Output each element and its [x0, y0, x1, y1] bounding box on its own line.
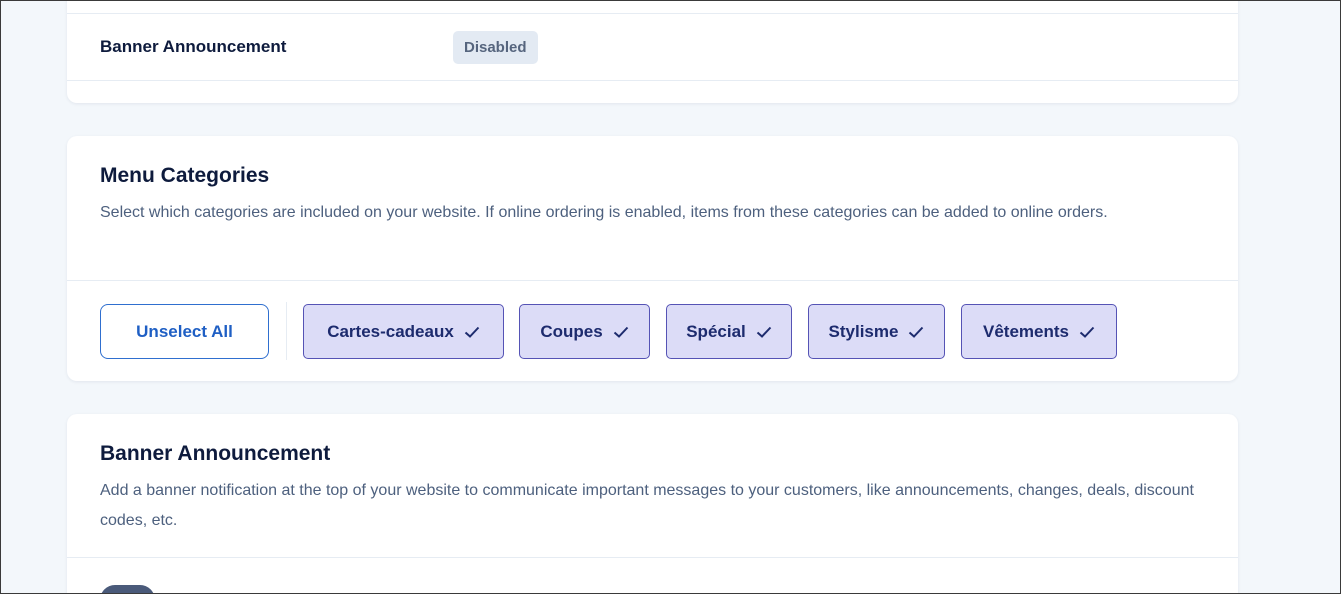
check-icon	[1079, 326, 1095, 338]
banner-toggle-switch[interactable]	[100, 585, 155, 593]
check-icon	[756, 326, 771, 338]
features-card: Banner Announcement Disabled	[67, 1, 1238, 103]
category-chip-cartes-cadeaux[interactable]: Cartes-cadeaux	[303, 304, 504, 359]
menu-categories-title: Menu Categories	[100, 164, 270, 187]
check-icon	[909, 326, 924, 338]
chip-label: Vêtements	[983, 321, 1069, 341]
menu-categories-card: Menu Categories Select which categories …	[67, 136, 1238, 381]
banner-announcement-row-label: Banner Announcement	[100, 37, 287, 56]
chip-label: Coupes	[540, 321, 603, 341]
check-icon	[613, 326, 628, 338]
banner-announcement-row[interactable]: Banner Announcement Disabled	[67, 13, 1238, 81]
settings-page: Banner Announcement Disabled Menu Catego…	[0, 0, 1341, 594]
category-chip-special[interactable]: Spécial	[666, 304, 792, 359]
check-icon	[464, 326, 480, 338]
divider	[67, 557, 1238, 558]
divider	[67, 280, 1238, 281]
category-chip-coupes[interactable]: Coupes	[519, 304, 650, 359]
vertical-divider	[286, 302, 287, 360]
chip-label: Stylisme	[828, 321, 899, 341]
unselect-all-button[interactable]: Unselect All	[100, 304, 269, 359]
banner-announcement-card: Banner Announcement Add a banner notific…	[67, 414, 1238, 593]
menu-categories-description: Select which categories are included on …	[100, 204, 1108, 221]
chip-label: Cartes-cadeaux	[327, 321, 454, 341]
banner-announcement-description: Add a banner notification at the top of …	[100, 482, 1194, 529]
category-chip-stylisme[interactable]: Stylisme	[808, 304, 945, 359]
status-badge: Disabled	[453, 31, 538, 64]
chip-label: Spécial	[686, 321, 746, 341]
category-chip-vetements[interactable]: Vêtements	[961, 304, 1117, 359]
banner-announcement-title: Banner Announcement	[100, 442, 331, 465]
